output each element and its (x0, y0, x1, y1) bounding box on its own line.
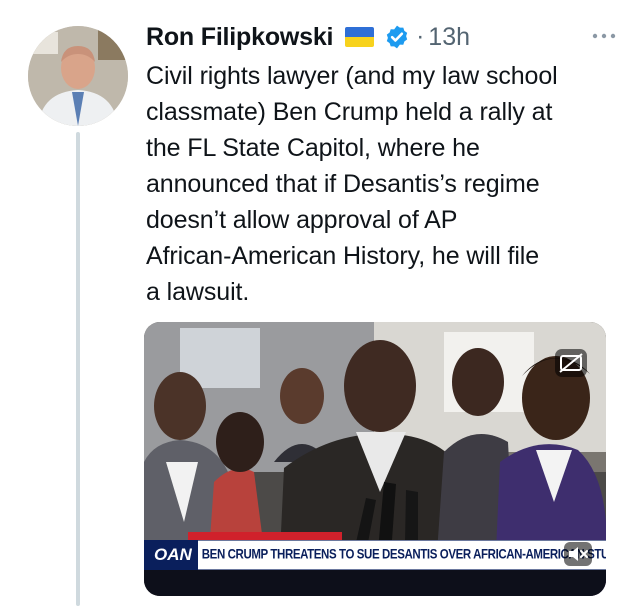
network-logo: OAN (144, 545, 198, 565)
video-bottom-bar (144, 570, 606, 596)
ukraine-flag-icon (345, 27, 375, 47)
tweet-text: Civil rights lawyer (and my law school c… (146, 62, 558, 306)
author-name[interactable]: Ron Filipkowski (146, 23, 333, 52)
closed-captions-icon[interactable] (554, 348, 588, 378)
chyron-accent-bar (188, 532, 342, 540)
thread-line (76, 132, 80, 606)
verified-badge-icon[interactable] (384, 24, 410, 50)
volume-muted-icon[interactable] (564, 542, 592, 566)
chyron-headline: BEN CRUMP THREATENS TO SUE DESANTIS OVER… (197, 540, 606, 570)
time-separator: · (416, 23, 425, 50)
more-options-icon[interactable] (590, 24, 618, 48)
video-player[interactable]: OAN BEN CRUMP THREATENS TO SUE DESANTIS … (144, 322, 606, 596)
news-chyron: OAN BEN CRUMP THREATENS TO SUE DESANTIS … (144, 540, 606, 570)
tweet-header: Ron Filipkowski · 13h (146, 20, 618, 54)
avatar-photo (28, 26, 128, 126)
tweet-timestamp[interactable]: 13h (428, 23, 470, 52)
avatar[interactable] (28, 26, 128, 126)
